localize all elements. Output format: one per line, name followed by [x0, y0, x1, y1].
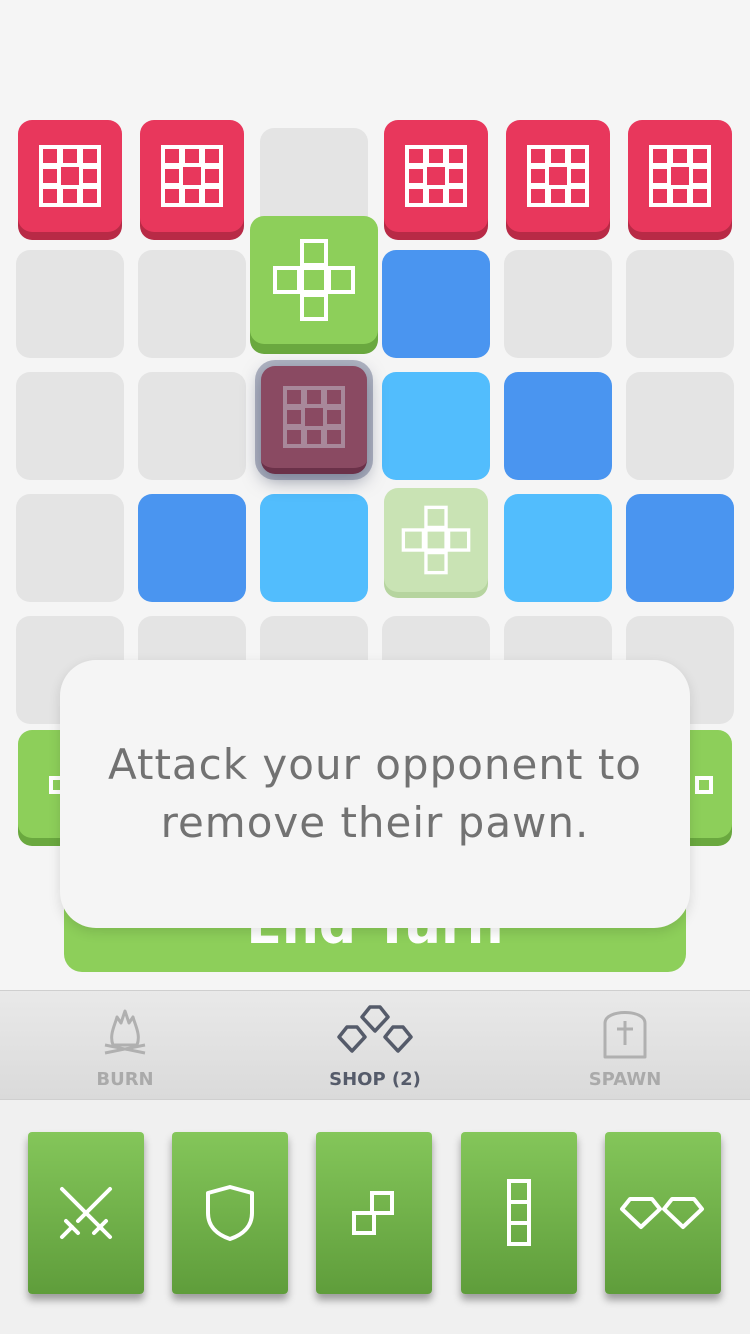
card-step-shape[interactable]: [316, 1132, 432, 1294]
grid-pattern-icon: [527, 145, 589, 207]
board-cell-blue[interactable]: [138, 494, 246, 602]
tab-shop[interactable]: SHOP (2): [250, 991, 500, 1101]
card-double-diamond[interactable]: [605, 1132, 721, 1294]
tooltip-line-1: Attack your opponent to: [108, 740, 642, 789]
fire-icon: [104, 1009, 146, 1055]
opponent-pawn[interactable]: [384, 120, 488, 232]
board-cell-empty[interactable]: [16, 372, 124, 480]
board-cell-empty[interactable]: [16, 494, 124, 602]
tutorial-tooltip[interactable]: Attack your opponent to remove their paw…: [60, 660, 690, 928]
board-cell-blue[interactable]: [382, 250, 490, 358]
tab-spawn-label: SPAWN: [588, 1069, 662, 1090]
targeted-opponent-pawn[interactable]: [261, 366, 367, 474]
board-cell-empty[interactable]: [138, 250, 246, 358]
board-cell-blue[interactable]: [626, 494, 734, 602]
opponent-pawn[interactable]: [506, 120, 610, 232]
board-cell-light-blue[interactable]: [382, 372, 490, 480]
grid-pattern-icon: [649, 145, 711, 207]
board-cell-empty[interactable]: [504, 250, 612, 358]
grid-pattern-icon: [39, 145, 101, 207]
crossed-swords-icon: [60, 1187, 112, 1239]
column-shape-icon: [507, 1179, 531, 1246]
board-cell-empty[interactable]: [626, 250, 734, 358]
card-defend[interactable]: [172, 1132, 288, 1294]
step-shape-icon: [352, 1191, 394, 1235]
grid-pattern-icon: [161, 145, 223, 207]
opponent-pawn[interactable]: [18, 120, 122, 232]
board-cell-light-blue[interactable]: [504, 494, 612, 602]
card-attack[interactable]: [28, 1132, 144, 1294]
opponent-pawn[interactable]: [140, 120, 244, 232]
double-diamond-icon: [620, 1197, 704, 1229]
diamonds-icon: [337, 1005, 413, 1053]
player-pawn[interactable]: [250, 216, 378, 344]
board-cell-blue[interactable]: [504, 372, 612, 480]
board-cell-empty[interactable]: [16, 250, 124, 358]
tombstone-icon: [603, 1011, 647, 1059]
game-board: End Turn Attack your opponent to remove …: [0, 0, 750, 990]
board-cell-empty[interactable]: [626, 372, 734, 480]
opponent-pawn[interactable]: [628, 120, 732, 232]
tooltip-message: Attack your opponent to remove their paw…: [108, 736, 642, 852]
tooltip-line-2: remove their pawn.: [160, 798, 590, 847]
card-tray: [0, 1100, 750, 1334]
board-cell-light-blue[interactable]: [260, 494, 368, 602]
action-tab-bar: BURN SHOP (2) SPAWN: [0, 990, 750, 1100]
shield-icon: [206, 1185, 254, 1241]
board-cell-empty[interactable]: [138, 372, 246, 480]
tab-spawn[interactable]: SPAWN: [500, 991, 750, 1101]
tab-burn[interactable]: BURN: [0, 991, 250, 1101]
ghost-player-pawn[interactable]: [384, 488, 488, 592]
grid-pattern-icon: [405, 145, 467, 207]
cross-pattern-icon: [401, 505, 471, 575]
card-column-shape[interactable]: [461, 1132, 577, 1294]
tab-burn-label: BURN: [96, 1069, 154, 1090]
tab-shop-label: SHOP (2): [329, 1069, 421, 1090]
grid-pattern-icon: [283, 386, 345, 448]
cross-pattern-icon: [273, 239, 355, 321]
